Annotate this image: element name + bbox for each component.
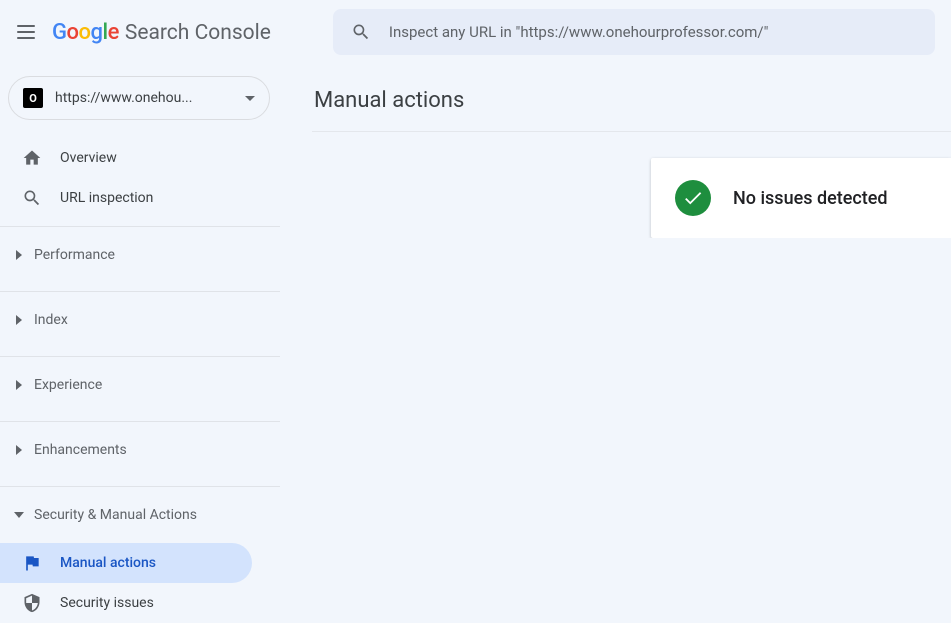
sidebar-item-label: URL inspection	[60, 190, 153, 206]
chevron-right-icon	[16, 380, 22, 390]
product-name: Search Console	[125, 21, 271, 45]
sidebar-item-security-issues[interactable]: Security issues	[0, 583, 280, 623]
chevron-right-icon	[16, 250, 22, 260]
page-title: Manual actions	[314, 88, 951, 113]
sidebar-item-url-inspection[interactable]: URL inspection	[0, 178, 280, 218]
home-icon	[22, 148, 42, 168]
property-favicon: O	[23, 88, 43, 108]
sidebar-item-overview[interactable]: Overview	[0, 138, 280, 178]
status-card: No issues detected	[651, 158, 951, 238]
search-icon	[22, 188, 42, 208]
sidebar-section-label: Enhancements	[34, 442, 127, 458]
chevron-right-icon	[16, 445, 22, 455]
sidebar-item-manual-actions[interactable]: Manual actions	[0, 543, 252, 583]
chevron-right-icon	[16, 315, 22, 325]
google-logo: Google	[52, 20, 119, 45]
sidebar-item-label: Overview	[60, 150, 117, 166]
shield-icon	[22, 593, 42, 613]
search-input[interactable]	[389, 23, 917, 41]
sidebar-section-label: Index	[34, 312, 68, 328]
search-icon	[351, 22, 371, 42]
sidebar-section-label: Experience	[34, 377, 102, 393]
sidebar-section-performance[interactable]: Performance	[0, 227, 280, 283]
logo[interactable]: Google Search Console	[52, 20, 271, 45]
status-text: No issues detected	[733, 188, 888, 209]
sidebar-section-security[interactable]: Security & Manual Actions	[0, 487, 280, 543]
search-bar[interactable]	[333, 9, 935, 55]
menu-icon[interactable]	[16, 20, 40, 44]
sidebar-item-label: Security issues	[60, 595, 154, 611]
sidebar: O https://www.onehou... Overview URL ins…	[0, 64, 280, 569]
chevron-down-icon	[14, 512, 24, 518]
main-content: Manual actions No issues detected	[280, 64, 951, 569]
sidebar-section-index[interactable]: Index	[0, 292, 280, 348]
sidebar-section-label: Security & Manual Actions	[34, 507, 197, 523]
property-url: https://www.onehou...	[55, 90, 233, 106]
check-circle-icon	[675, 180, 711, 216]
sidebar-section-experience[interactable]: Experience	[0, 357, 280, 413]
sidebar-section-enhancements[interactable]: Enhancements	[0, 422, 280, 478]
property-selector[interactable]: O https://www.onehou...	[8, 76, 270, 120]
sidebar-section-label: Performance	[34, 247, 115, 263]
chevron-down-icon	[245, 96, 255, 101]
flag-icon	[22, 553, 42, 573]
